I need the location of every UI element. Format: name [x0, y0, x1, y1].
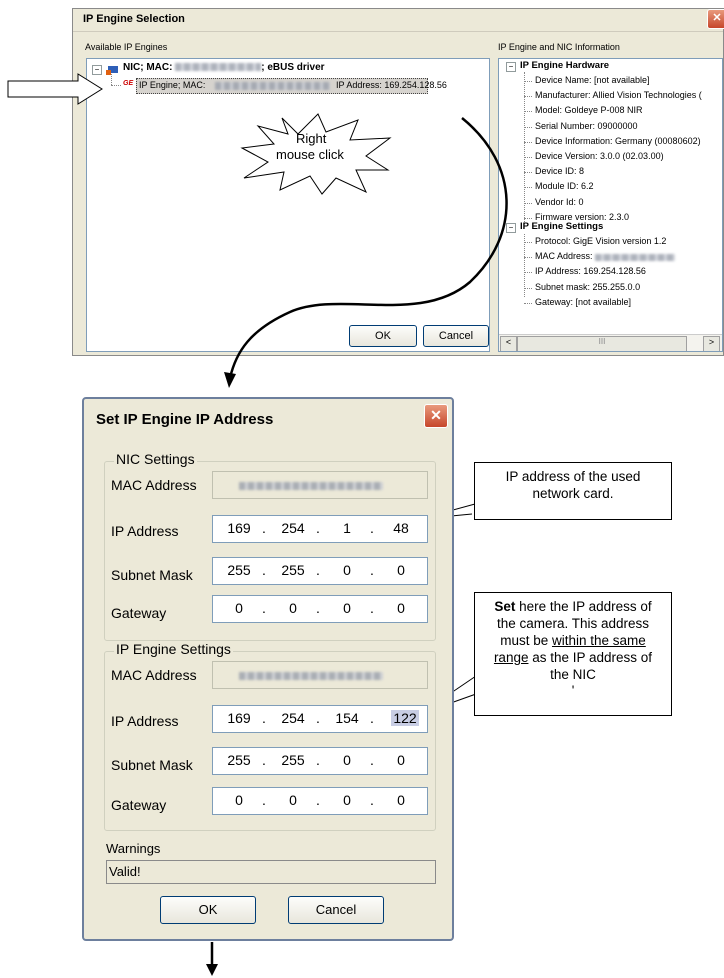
dot: .	[316, 710, 320, 726]
dot: .	[262, 710, 266, 726]
octet[interactable]: 254	[273, 710, 313, 726]
nic-mac-label: MAC Address	[111, 477, 197, 493]
octet[interactable]: 0	[381, 562, 421, 578]
octet[interactable]: 254	[273, 520, 313, 536]
dot: .	[316, 600, 320, 616]
octet[interactable]: 0	[327, 562, 367, 578]
dot: .	[316, 752, 320, 768]
dot: .	[370, 562, 374, 578]
octet[interactable]: 255	[273, 562, 313, 578]
dot: .	[370, 792, 374, 808]
dot: .	[370, 600, 374, 616]
nic-gateway-label: Gateway	[111, 605, 167, 621]
callout-text-2: as the IP address of the NIC	[528, 649, 653, 682]
nic-settings-label: NIC Settings	[114, 451, 197, 467]
octet[interactable]: 0	[327, 792, 367, 808]
set-ip-address-dialog: Set IP Engine IP Address ✕ NIC Settings …	[82, 397, 454, 941]
octet[interactable]: 1	[327, 520, 367, 536]
dot: .	[262, 752, 266, 768]
warnings-label: Warnings	[106, 841, 161, 856]
callout-bold: Set	[494, 599, 516, 614]
dot: .	[370, 710, 374, 726]
nic-ip-label: IP Address	[111, 523, 179, 539]
dot: .	[370, 752, 374, 768]
dot: .	[262, 520, 266, 536]
dot: .	[316, 792, 320, 808]
octet[interactable]: 169	[219, 710, 259, 726]
octet[interactable]: 169	[219, 520, 259, 536]
callout-nic-ip: IP address of the used network card.	[474, 462, 672, 520]
callout-nic-text: IP address of the used network card.	[505, 469, 641, 501]
callout-engine-ip: Set here the IP address of the camera. T…	[474, 592, 672, 716]
close-button[interactable]: ✕	[424, 404, 448, 428]
blurred-mac	[239, 482, 383, 490]
octet[interactable]: 0	[327, 600, 367, 616]
dot: .	[262, 792, 266, 808]
dot: .	[316, 520, 320, 536]
octet[interactable]: 255	[219, 562, 259, 578]
ok-button[interactable]: OK	[160, 896, 256, 924]
octet[interactable]: 0	[273, 792, 313, 808]
callout-text-cut: '	[571, 683, 575, 699]
engine-ip-field[interactable]: 169 . 254 . 154 . 122	[212, 705, 428, 733]
cancel-button[interactable]: Cancel	[288, 896, 384, 924]
octet[interactable]: 0	[381, 752, 421, 768]
ip-engine-settings-label: IP Engine Settings	[114, 641, 233, 657]
octet[interactable]: 0	[381, 600, 421, 616]
engine-mac-field	[212, 661, 428, 689]
dot: .	[316, 562, 320, 578]
dialog-title: Set IP Engine IP Address	[96, 411, 274, 428]
warnings-field: Valid!	[106, 860, 436, 884]
engine-subnet-label: Subnet Mask	[111, 757, 193, 773]
octet[interactable]: 0	[381, 792, 421, 808]
octet[interactable]: 0	[327, 752, 367, 768]
nic-subnet-label: Subnet Mask	[111, 567, 193, 583]
dot: .	[370, 520, 374, 536]
nic-gateway-field[interactable]: 0 . 0 . 0 . 0	[212, 595, 428, 623]
dot: .	[262, 600, 266, 616]
engine-ip-label: IP Address	[111, 713, 179, 729]
engine-mac-label: MAC Address	[111, 667, 197, 683]
octet[interactable]: 48	[381, 520, 421, 536]
octet[interactable]: 0	[273, 600, 313, 616]
octet[interactable]: 0	[219, 600, 259, 616]
dot: .	[262, 562, 266, 578]
engine-gateway-field[interactable]: 0 . 0 . 0 . 0	[212, 787, 428, 815]
octet[interactable]: 255	[273, 752, 313, 768]
nic-mac-field	[212, 471, 428, 499]
nic-ip-field[interactable]: 169 . 254 . 1 . 48	[212, 515, 428, 543]
octet[interactable]: 154	[327, 710, 367, 726]
engine-subnet-field[interactable]: 255 . 255 . 0 . 0	[212, 747, 428, 775]
blurred-mac	[239, 672, 383, 680]
octet-selected[interactable]: 122	[391, 710, 419, 726]
octet[interactable]: 0	[219, 792, 259, 808]
engine-gateway-label: Gateway	[111, 797, 167, 813]
octet[interactable]: 255	[219, 752, 259, 768]
nic-subnet-field[interactable]: 255 . 255 . 0 . 0	[212, 557, 428, 585]
